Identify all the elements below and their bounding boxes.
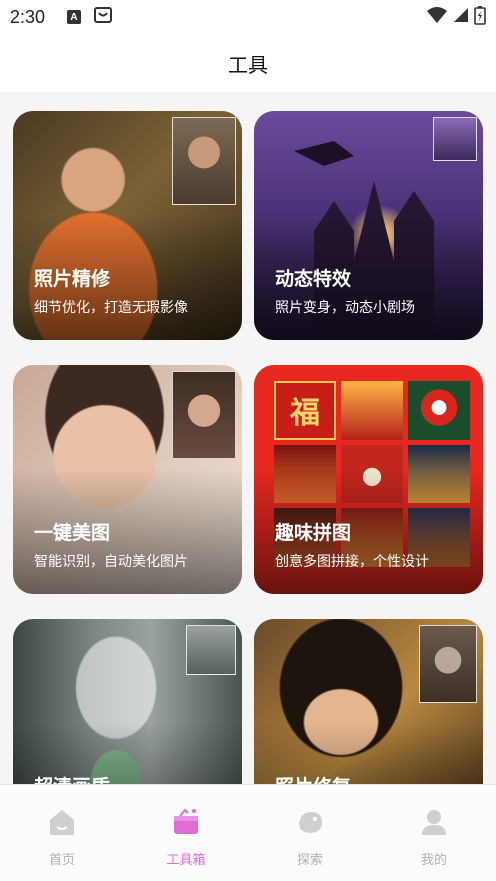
- tab-toolbox[interactable]: 工具箱: [124, 785, 248, 881]
- fu-glyph: 福: [290, 396, 320, 432]
- card-one-click-beauty[interactable]: 一键美图 智能识别，自动美化图片: [13, 365, 242, 594]
- tab-label: 我的: [420, 853, 447, 868]
- card-title: 动态特效: [275, 268, 352, 290]
- toolbox-icon: [171, 807, 201, 841]
- wifi-icon: [426, 6, 448, 28]
- tool-grid: 照片精修 细节优化，打造无瑕影像 动态特效 照片变身，动态小剧场 一键美图 智能…: [0, 92, 496, 784]
- status-bar: 2:30 A: [0, 0, 496, 34]
- card-title: 趣味拼图: [275, 522, 352, 544]
- card-subtitle: 创意多图拼接，个性设计: [275, 554, 429, 570]
- profile-icon: [419, 807, 449, 841]
- tab-label: 首页: [48, 853, 75, 868]
- card-photo-restore[interactable]: 照片修复: [254, 619, 483, 784]
- card-title: 超清画质: [34, 772, 110, 784]
- card-ultra-hd[interactable]: 超清画质: [13, 619, 242, 784]
- header: 工具: [0, 34, 496, 92]
- card-fun-collage[interactable]: 福 趣味拼图 创意多图拼接，个性设计: [254, 365, 483, 594]
- card-title: 照片修复: [275, 772, 351, 784]
- before-thumbnail: [172, 371, 236, 459]
- status-time: 2:30: [10, 6, 46, 27]
- tab-explore[interactable]: 探索: [248, 785, 372, 881]
- card-photo-retouch[interactable]: 照片精修 细节优化，打造无瑕影像: [13, 111, 242, 340]
- card-title: 照片精修: [34, 268, 111, 290]
- before-thumbnail: [186, 625, 236, 675]
- card-title: 一键美图: [34, 522, 111, 544]
- page-title: 工具: [228, 52, 268, 77]
- before-thumbnail: [433, 117, 477, 161]
- battery-icon: [474, 5, 486, 29]
- tab-home[interactable]: 首页: [0, 785, 124, 881]
- tab-label: 工具箱: [166, 853, 206, 868]
- explore-icon: [295, 807, 325, 841]
- card-subtitle: 智能识别，自动美化图片: [34, 554, 188, 570]
- signal-icon: [452, 6, 470, 28]
- card-dynamic-effects[interactable]: 动态特效 照片变身，动态小剧场: [254, 111, 483, 340]
- card-subtitle: 照片变身，动态小剧场: [275, 300, 415, 316]
- card-subtitle: 细节优化，打造无瑕影像: [34, 300, 188, 316]
- notification-a-icon: A: [67, 10, 82, 24]
- tab-label: 探索: [296, 853, 323, 868]
- before-thumbnail: [419, 625, 477, 703]
- tab-profile[interactable]: 我的: [372, 785, 496, 881]
- before-thumbnail: [172, 117, 236, 205]
- bag-icon: [93, 5, 113, 29]
- home-icon: [47, 807, 77, 841]
- bottom-tab-bar: 首页 工具箱 探索 我的: [0, 784, 496, 881]
